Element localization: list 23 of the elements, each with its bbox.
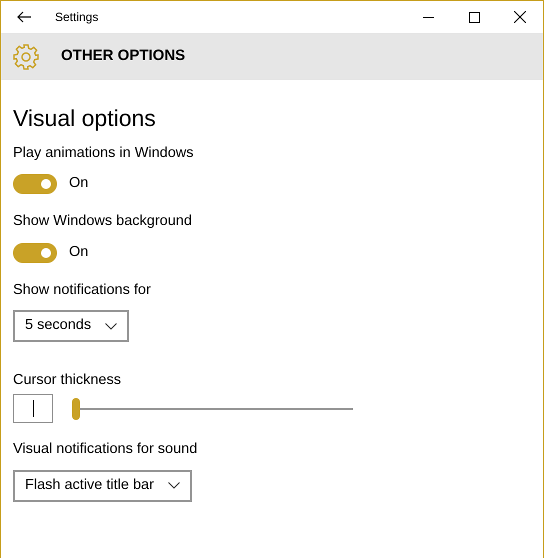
toggle-state: On <box>69 174 88 194</box>
page-title: OTHER OPTIONS <box>61 46 186 66</box>
toggle-switch[interactable] <box>13 242 57 263</box>
back-arrow-icon <box>17 11 31 23</box>
dropdown[interactable]: 5 seconds <box>13 310 130 342</box>
cursor-preview <box>13 394 53 424</box>
dropdown[interactable]: Flash active title bar <box>13 470 192 502</box>
gear-icon <box>13 44 39 70</box>
setting-label: Play animations in Windows <box>13 144 195 163</box>
setting-label: Visual notifications for sound <box>13 440 198 460</box>
setting-label: Show notifications for <box>13 280 152 300</box>
toggle-switch[interactable] <box>13 174 57 194</box>
slider-thumb[interactable] <box>72 398 80 420</box>
minimize-icon <box>422 16 434 18</box>
toggle-state: On <box>69 242 88 262</box>
chevron-down-icon <box>105 322 118 330</box>
window-title: Settings <box>55 9 98 26</box>
section-title: Visual options <box>13 105 157 133</box>
close-icon <box>514 11 526 23</box>
setting-label: Show Windows background <box>13 212 193 232</box>
maximize-icon <box>468 12 480 22</box>
setting-label: Cursor thickness <box>13 371 122 390</box>
chevron-down-icon <box>168 482 180 490</box>
